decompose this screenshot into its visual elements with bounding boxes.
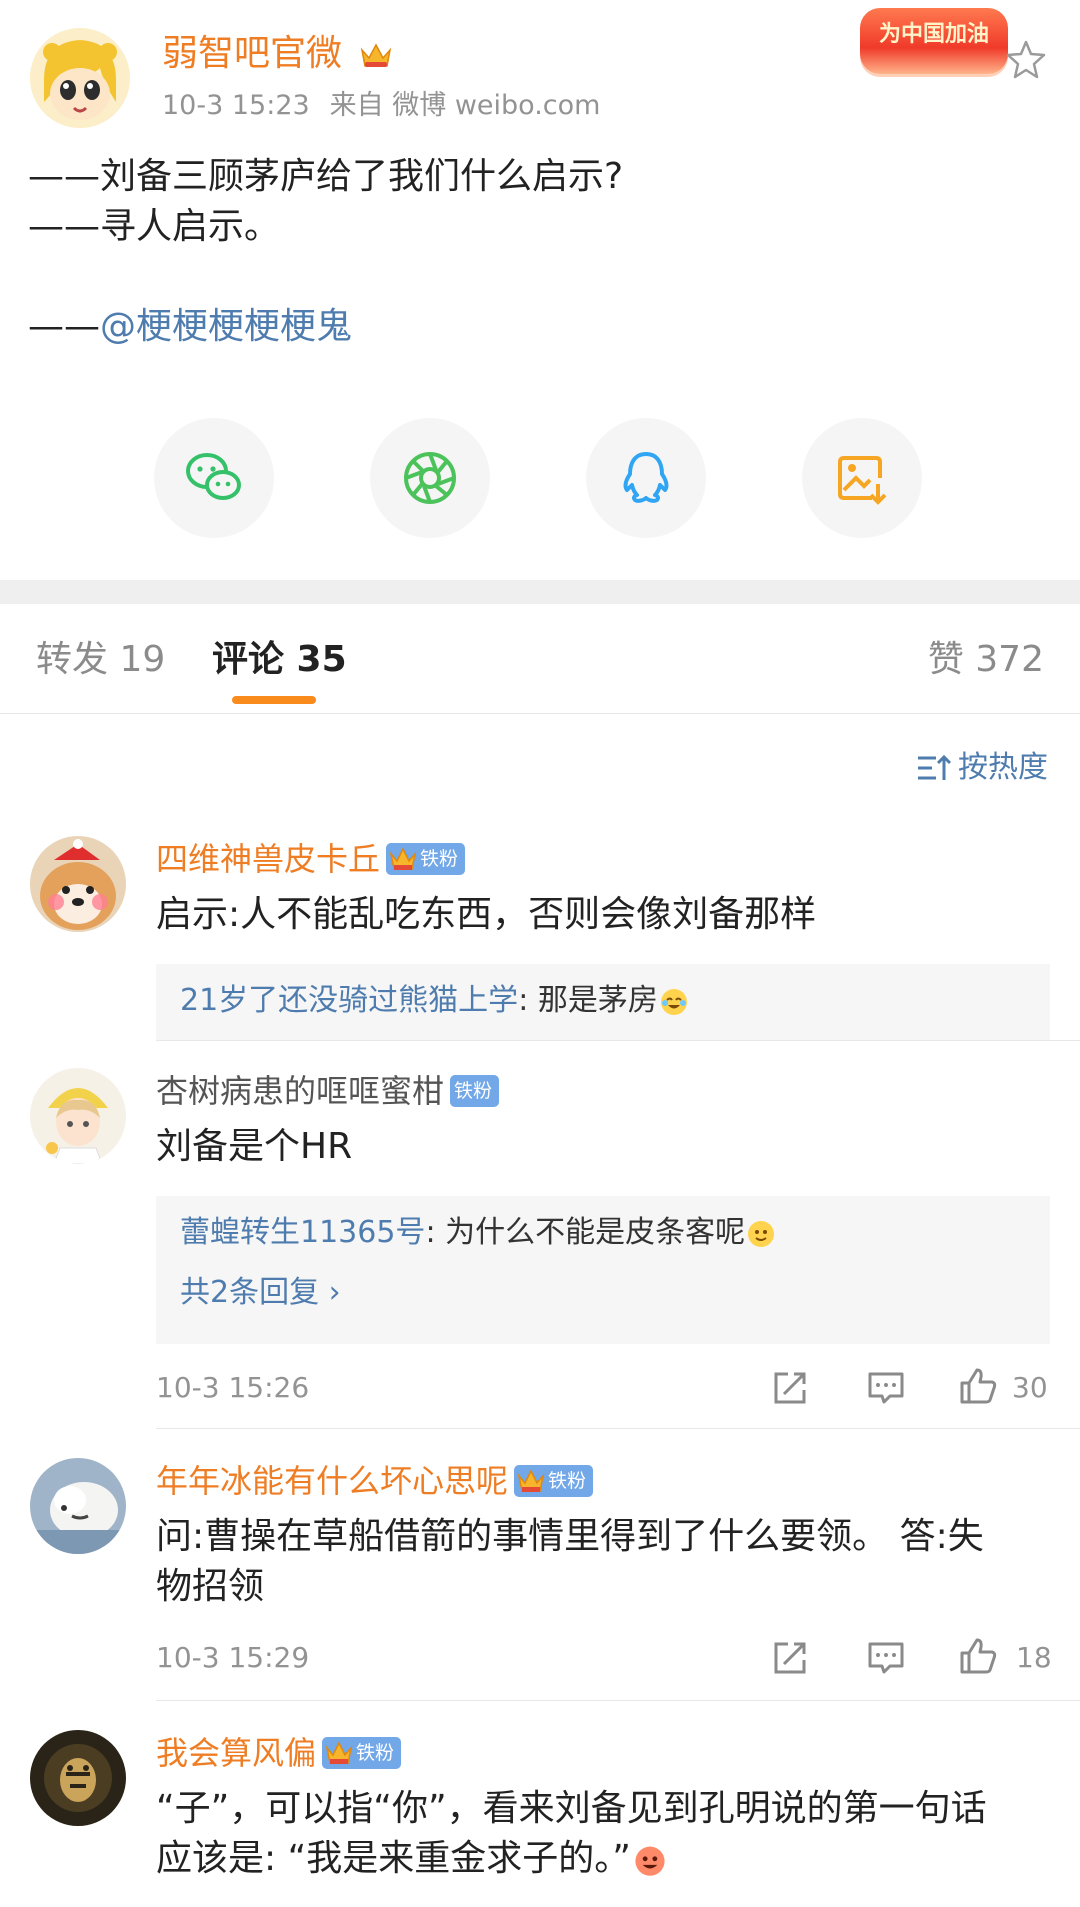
like-thumb-icon[interactable] [958, 1636, 998, 1676]
commenter-name: 年年冰能有什么坏心思呢 铁粉 [156, 1458, 594, 1504]
tab-reposts[interactable]: 转发 19 [36, 632, 165, 688]
comment-time: 10-3 15:29 [156, 1641, 310, 1674]
commenter-name: 杏树病患的哐哐蜜柑 铁粉 [156, 1068, 500, 1114]
repost-icon[interactable] [770, 1368, 810, 1408]
poster-name[interactable]: 弱智吧官微 [162, 30, 393, 78]
post-content: ——刘备三顾茅庐给了我们什么启示? ——寻人启示。 ——@梗梗梗梗梗鬼 [28, 152, 1048, 352]
reply-line: 21岁了还没骑过熊猫上学: 那是茅房 [156, 964, 1050, 1023]
vip-crown-icon [361, 43, 392, 67]
comment-text: 启示:人不能乱吃东西，否则会像刘备那样 [156, 894, 817, 935]
post-source: 来自 微博 weibo.com [329, 90, 601, 121]
fan-badge: 铁粉 [450, 1075, 500, 1107]
favorite-star-icon[interactable] [1004, 38, 1048, 82]
post-credit: ——@梗梗梗梗梗鬼 [28, 306, 353, 347]
qq-icon [623, 452, 669, 503]
post-line-1: ——刘备三顾茅庐给了我们什么启示? [28, 156, 624, 197]
commenter-avatar[interactable] [30, 1068, 126, 1164]
commenter-avatar[interactable] [30, 836, 126, 932]
post-time: 10-3 15:23 [162, 90, 310, 121]
like-thumb-icon[interactable] [958, 1366, 998, 1406]
campaign-badge[interactable]: 为中国加油 [860, 8, 1008, 74]
moments-icon [404, 452, 456, 504]
fan-badge: 铁粉 [514, 1465, 594, 1497]
like-count: 18 [1016, 1641, 1052, 1674]
sort-icon [918, 754, 952, 780]
sort-by-hot-button[interactable]: 按热度 [916, 748, 1048, 788]
tab-likes[interactable]: 赞 372 [928, 632, 1044, 688]
comment-divider [156, 1700, 1080, 1701]
commenter-name: 四维神兽皮卡丘 铁粉 [156, 836, 466, 882]
comment-text-line-2: 应该是: “我是来重金求子的。” [156, 1834, 1056, 1884]
post-meta: 10-3 15:23 来自 微博 weibo.com [162, 86, 620, 126]
vip-crown-icon [389, 847, 417, 870]
like-count: 30 [1012, 1371, 1048, 1404]
reply-comment-icon[interactable] [866, 1368, 906, 1408]
comment-time: 10-3 15:26 [156, 1371, 310, 1404]
reply-line: 蕾蝗转生11365号: 为什么不能是皮条客呢 [156, 1196, 1050, 1255]
mention-link[interactable]: @梗梗梗梗梗鬼 [100, 306, 352, 347]
tabs-divider [0, 713, 1080, 714]
vip-crown-icon [517, 1469, 545, 1492]
share-wechat-button[interactable] [154, 418, 274, 538]
grinning-emoji-icon [635, 1846, 665, 1876]
fan-badge: 铁粉 [322, 1737, 402, 1769]
tab-comments[interactable]: 评论 35 [212, 632, 347, 688]
reply-preview[interactable]: 21岁了还没骑过熊猫上学: 那是茅房 [156, 964, 1050, 1040]
post-line-2: ——寻人启示。 [28, 206, 281, 247]
repost-icon[interactable] [770, 1638, 810, 1678]
share-moments-button[interactable] [370, 418, 490, 538]
view-all-replies-link[interactable]: 共2条回复 › [156, 1255, 1050, 1315]
reply-comment-icon[interactable] [866, 1638, 906, 1678]
reply-preview[interactable]: 蕾蝗转生11365号: 为什么不能是皮条客呢 共2条回复 › [156, 1196, 1050, 1344]
commenter-avatar[interactable] [30, 1730, 126, 1826]
smile-emoji-icon [748, 1220, 775, 1247]
save-image-icon [838, 456, 887, 505]
poster-avatar[interactable] [30, 28, 130, 128]
comment-divider [156, 1040, 1080, 1041]
wechat-icon [186, 453, 241, 500]
active-tab-indicator [232, 696, 316, 704]
share-qq-button[interactable] [586, 418, 706, 538]
vip-crown-icon [325, 1741, 353, 1764]
commenter-avatar[interactable] [30, 1458, 126, 1554]
commenter-name: 我会算风偏 铁粉 [156, 1730, 402, 1776]
fan-badge: 铁粉 [386, 843, 466, 875]
laugh-cry-emoji-icon [660, 988, 687, 1015]
share-save-image-button[interactable] [802, 418, 922, 538]
section-divider [0, 580, 1080, 604]
comment-divider [156, 1428, 1080, 1429]
comment-text: 刘备是个HR [156, 1126, 353, 1167]
comment-text: “子”，可以指“你”，看来刘备见到孔明说的第一句话 应该是: “我是来重金求子的… [156, 1784, 1056, 1884]
comment-text: 问:曹操在草船借箭的事情里得到了什么要领。 答:失 物招领 [156, 1516, 984, 1607]
